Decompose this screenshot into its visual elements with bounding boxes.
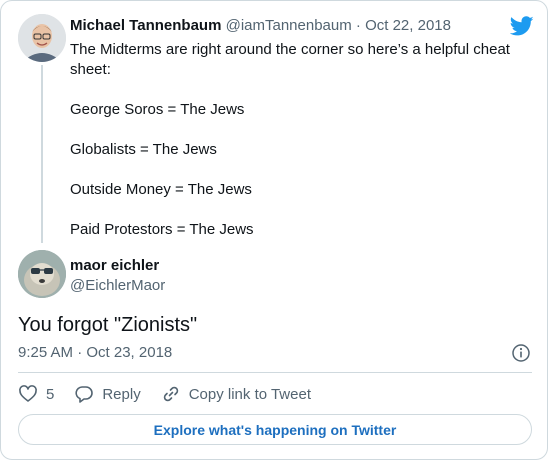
tweet-text-line: Paid Protestors = The Jews — [70, 221, 254, 238]
parent-author-name[interactable]: Michael Tannenbaum — [70, 17, 221, 34]
parent-author-handle[interactable]: @iamTannenbaum — [226, 17, 352, 34]
twitter-bird-icon[interactable] — [509, 14, 534, 38]
header-separator: · — [355, 17, 361, 34]
reply-author-avatar[interactable] — [18, 250, 66, 298]
link-icon — [163, 386, 178, 402]
reply-author-name[interactable]: maor eichler — [70, 257, 159, 274]
reply-tweet-text: You forgot "Zionists" — [18, 314, 198, 336]
parent-author-avatar[interactable] — [18, 14, 66, 62]
tweet-text-line: George Soros = The Jews — [70, 101, 245, 118]
tweet-text-line: The Midterms are right around the corner… — [70, 41, 510, 78]
reply-bubble-icon — [75, 386, 94, 403]
copy-link-label: Copy link to Tweet — [188, 385, 311, 403]
reply-tweet-timestamp[interactable]: 9:25 AM · Oct 23, 2018 — [18, 344, 172, 361]
embedded-tweet-card: Michael Tannenbaum @iamTannenbaum · Oct … — [0, 0, 548, 460]
reply-author-handle[interactable]: @EichlerMaor — [70, 277, 165, 294]
tweet-text-line: Outside Money = The Jews — [70, 181, 252, 198]
info-icon[interactable] — [511, 343, 531, 363]
like-count: 5 — [46, 385, 55, 403]
tweet-actions: 5 Reply Copy link to Tweet — [18, 383, 331, 405]
parent-tweet-date[interactable]: Oct 22, 2018 — [365, 17, 451, 34]
thread-connector-line — [41, 65, 43, 243]
parent-tweet-text: The Midterms are right around the corner… — [70, 40, 520, 240]
action-divider — [18, 372, 532, 373]
parent-tweet-header: Michael Tannenbaum @iamTannenbaum · Oct … — [70, 17, 451, 34]
explore-twitter-button[interactable]: Explore what's happening on Twitter — [18, 414, 532, 445]
tweet-text-line: Globalists = The Jews — [70, 141, 217, 158]
reply-button[interactable]: Reply — [74, 384, 141, 404]
like-button[interactable]: 5 — [18, 384, 54, 404]
reply-label: Reply — [102, 385, 141, 403]
heart-icon — [19, 385, 37, 402]
copy-link-button[interactable]: Copy link to Tweet — [161, 384, 311, 404]
